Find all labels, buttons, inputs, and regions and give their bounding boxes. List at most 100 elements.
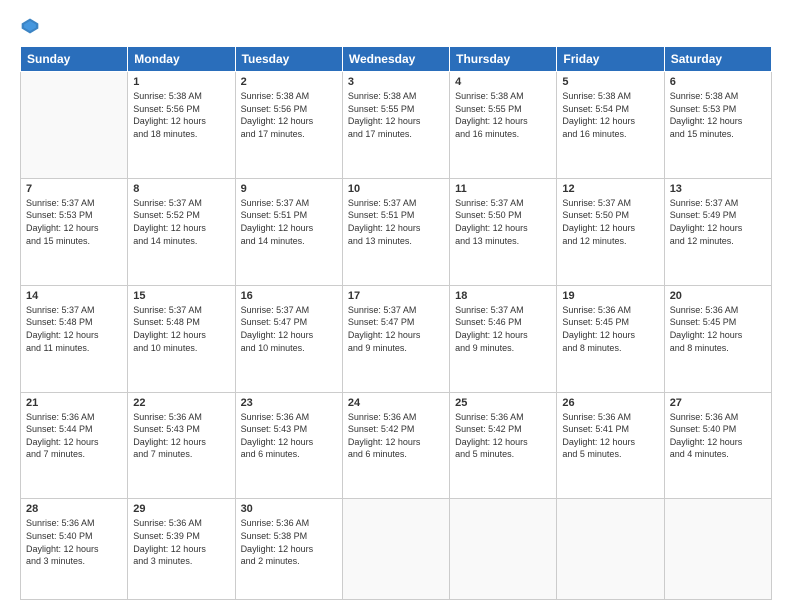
day-info: Sunrise: 5:38 AM Sunset: 5:53 PM Dayligh…: [670, 90, 766, 140]
day-info: Sunrise: 5:36 AM Sunset: 5:43 PM Dayligh…: [241, 411, 337, 461]
day-number: 17: [348, 290, 444, 302]
day-info: Sunrise: 5:36 AM Sunset: 5:42 PM Dayligh…: [455, 411, 551, 461]
calendar-cell: 30 Sunrise: 5:36 AM Sunset: 5:38 PM Dayli…: [235, 499, 342, 600]
week-row: 14Sunrise: 5:37 AM Sunset: 5:48 PM Dayli…: [21, 285, 772, 392]
day-info: Sunrise: 5:36 AM Sunset: 5:42 PM Dayligh…: [348, 411, 444, 461]
calendar-cell: 4 Sunrise: 5:38 AM Sunset: 5:55 PM Daylig…: [450, 72, 557, 179]
calendar-cell: 24 Sunrise: 5:36 AM Sunset: 5:42 PM Dayli…: [342, 392, 449, 499]
day-number: 9: [241, 183, 337, 195]
calendar: SundayMondayTuesdayWednesdayThursdayFrid…: [20, 46, 772, 600]
day-info: Sunrise: 5:36 AM Sunset: 5:40 PM Dayligh…: [670, 411, 766, 461]
day-number: 10: [348, 183, 444, 195]
weekday-row: SundayMondayTuesdayWednesdayThursdayFrid…: [21, 47, 772, 72]
day-info: Sunrise: 5:36 AM Sunset: 5:38 PM Dayligh…: [241, 517, 337, 567]
day-info: Sunrise: 5:37 AM Sunset: 5:46 PM Dayligh…: [455, 304, 551, 354]
day-number: 27: [670, 397, 766, 409]
day-info: Sunrise: 5:36 AM Sunset: 5:45 PM Dayligh…: [670, 304, 766, 354]
day-info: Sunrise: 5:37 AM Sunset: 5:51 PM Dayligh…: [241, 197, 337, 247]
week-row: 1 Sunrise: 5:38 AM Sunset: 5:56 PM Daylig…: [21, 72, 772, 179]
day-number: 3: [348, 76, 444, 88]
day-number: 11: [455, 183, 551, 195]
calendar-cell: 12 Sunrise: 5:37 AM Sunset: 5:50 PM Dayli…: [557, 178, 664, 285]
day-number: 15: [133, 290, 229, 302]
day-number: 25: [455, 397, 551, 409]
calendar-cell: 21 Sunrise: 5:36 AM Sunset: 5:44 PM Dayli…: [21, 392, 128, 499]
calendar-cell: 5Sunrise: 5:38 AM Sunset: 5:54 PM Daylig…: [557, 72, 664, 179]
calendar-cell: [664, 499, 771, 600]
header: [20, 16, 772, 36]
calendar-cell: 19 Sunrise: 5:36 AM Sunset: 5:45 PM Dayli…: [557, 285, 664, 392]
day-number: 20: [670, 290, 766, 302]
calendar-body: 1 Sunrise: 5:38 AM Sunset: 5:56 PM Daylig…: [21, 72, 772, 600]
logo-icon: [20, 16, 40, 36]
logo: [20, 16, 44, 36]
day-info: Sunrise: 5:36 AM Sunset: 5:43 PM Dayligh…: [133, 411, 229, 461]
day-number: 21: [26, 397, 122, 409]
day-info: Sunrise: 5:37 AM Sunset: 5:53 PM Dayligh…: [26, 197, 122, 247]
day-info: Sunrise: 5:37 AM Sunset: 5:50 PM Dayligh…: [455, 197, 551, 247]
calendar-cell: 14Sunrise: 5:37 AM Sunset: 5:48 PM Dayli…: [21, 285, 128, 392]
calendar-cell: [342, 499, 449, 600]
calendar-cell: 25 Sunrise: 5:36 AM Sunset: 5:42 PM Dayli…: [450, 392, 557, 499]
day-info: Sunrise: 5:36 AM Sunset: 5:44 PM Dayligh…: [26, 411, 122, 461]
day-info: Sunrise: 5:37 AM Sunset: 5:49 PM Dayligh…: [670, 197, 766, 247]
day-info: Sunrise: 5:37 AM Sunset: 5:48 PM Dayligh…: [26, 304, 122, 354]
day-info: Sunrise: 5:37 AM Sunset: 5:47 PM Dayligh…: [348, 304, 444, 354]
calendar-cell: 11 Sunrise: 5:37 AM Sunset: 5:50 PM Dayli…: [450, 178, 557, 285]
day-info: Sunrise: 5:37 AM Sunset: 5:48 PM Dayligh…: [133, 304, 229, 354]
page: SundayMondayTuesdayWednesdayThursdayFrid…: [0, 0, 792, 612]
day-info: Sunrise: 5:38 AM Sunset: 5:56 PM Dayligh…: [133, 90, 229, 140]
day-number: 23: [241, 397, 337, 409]
day-info: Sunrise: 5:37 AM Sunset: 5:47 PM Dayligh…: [241, 304, 337, 354]
calendar-cell: 15 Sunrise: 5:37 AM Sunset: 5:48 PM Dayli…: [128, 285, 235, 392]
calendar-cell: 26Sunrise: 5:36 AM Sunset: 5:41 PM Dayli…: [557, 392, 664, 499]
calendar-cell: 29 Sunrise: 5:36 AM Sunset: 5:39 PM Dayli…: [128, 499, 235, 600]
day-info: Sunrise: 5:36 AM Sunset: 5:41 PM Dayligh…: [562, 411, 658, 461]
day-number: 19: [562, 290, 658, 302]
calendar-cell: 6Sunrise: 5:38 AM Sunset: 5:53 PM Daylig…: [664, 72, 771, 179]
calendar-cell: 20 Sunrise: 5:36 AM Sunset: 5:45 PM Dayli…: [664, 285, 771, 392]
calendar-cell: 1 Sunrise: 5:38 AM Sunset: 5:56 PM Daylig…: [128, 72, 235, 179]
day-number: 4: [455, 76, 551, 88]
day-info: Sunrise: 5:37 AM Sunset: 5:51 PM Dayligh…: [348, 197, 444, 247]
calendar-cell: 2 Sunrise: 5:38 AM Sunset: 5:56 PM Daylig…: [235, 72, 342, 179]
day-number: 22: [133, 397, 229, 409]
day-number: 8: [133, 183, 229, 195]
day-number: 5: [562, 76, 658, 88]
day-info: Sunrise: 5:36 AM Sunset: 5:45 PM Dayligh…: [562, 304, 658, 354]
day-info: Sunrise: 5:37 AM Sunset: 5:50 PM Dayligh…: [562, 197, 658, 247]
day-number: 29: [133, 503, 229, 515]
calendar-cell: 23 Sunrise: 5:36 AM Sunset: 5:43 PM Dayli…: [235, 392, 342, 499]
day-number: 12: [562, 183, 658, 195]
calendar-cell: 17 Sunrise: 5:37 AM Sunset: 5:47 PM Dayli…: [342, 285, 449, 392]
day-info: Sunrise: 5:38 AM Sunset: 5:55 PM Dayligh…: [348, 90, 444, 140]
calendar-cell: 27 Sunrise: 5:36 AM Sunset: 5:40 PM Dayli…: [664, 392, 771, 499]
day-number: 16: [241, 290, 337, 302]
calendar-cell: 16 Sunrise: 5:37 AM Sunset: 5:47 PM Dayli…: [235, 285, 342, 392]
calendar-header: SundayMondayTuesdayWednesdayThursdayFrid…: [21, 47, 772, 72]
calendar-cell: [450, 499, 557, 600]
day-number: 30: [241, 503, 337, 515]
day-info: Sunrise: 5:38 AM Sunset: 5:56 PM Dayligh…: [241, 90, 337, 140]
day-number: 24: [348, 397, 444, 409]
calendar-cell: 10 Sunrise: 5:37 AM Sunset: 5:51 PM Dayli…: [342, 178, 449, 285]
calendar-cell: 3 Sunrise: 5:38 AM Sunset: 5:55 PM Daylig…: [342, 72, 449, 179]
calendar-cell: 22 Sunrise: 5:36 AM Sunset: 5:43 PM Dayli…: [128, 392, 235, 499]
day-info: Sunrise: 5:36 AM Sunset: 5:39 PM Dayligh…: [133, 517, 229, 567]
calendar-cell: 18Sunrise: 5:37 AM Sunset: 5:46 PM Dayli…: [450, 285, 557, 392]
weekday-header: Monday: [128, 47, 235, 72]
day-info: Sunrise: 5:37 AM Sunset: 5:52 PM Dayligh…: [133, 197, 229, 247]
day-info: Sunrise: 5:38 AM Sunset: 5:55 PM Dayligh…: [455, 90, 551, 140]
calendar-cell: 7Sunrise: 5:37 AM Sunset: 5:53 PM Daylig…: [21, 178, 128, 285]
day-number: 1: [133, 76, 229, 88]
day-number: 13: [670, 183, 766, 195]
day-info: Sunrise: 5:36 AM Sunset: 5:40 PM Dayligh…: [26, 517, 122, 567]
day-number: 2: [241, 76, 337, 88]
calendar-cell: [557, 499, 664, 600]
calendar-cell: 13 Sunrise: 5:37 AM Sunset: 5:49 PM Dayli…: [664, 178, 771, 285]
weekday-header: Wednesday: [342, 47, 449, 72]
weekday-header: Sunday: [21, 47, 128, 72]
calendar-cell: 9 Sunrise: 5:37 AM Sunset: 5:51 PM Daylig…: [235, 178, 342, 285]
weekday-header: Saturday: [664, 47, 771, 72]
calendar-cell: 8 Sunrise: 5:37 AM Sunset: 5:52 PM Daylig…: [128, 178, 235, 285]
